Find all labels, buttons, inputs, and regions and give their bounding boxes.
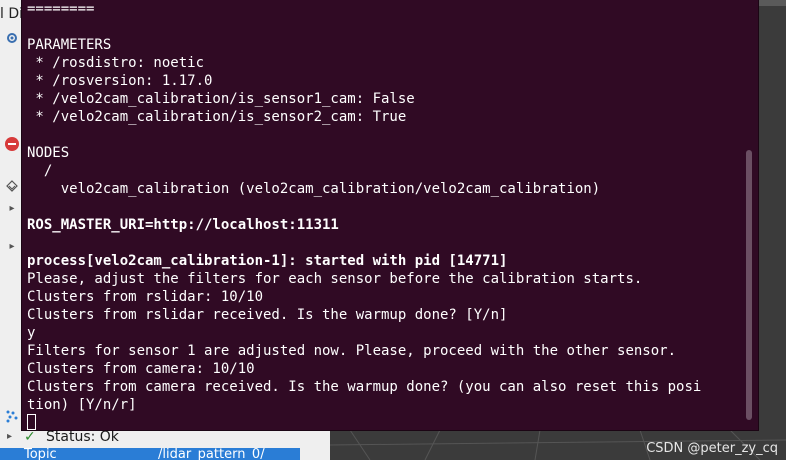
terminal-line: y	[27, 325, 36, 341]
terminal-scrollbar[interactable]	[746, 150, 752, 420]
terminal-cursor	[27, 414, 36, 430]
terminal-window[interactable]: ======== PARAMETERS * /rosdistro: noetic …	[22, 0, 758, 430]
terminal-line: Filters for sensor 1 are adjusted now. P…	[27, 343, 677, 359]
terminal-line: * /velo2cam_calibration/is_sensor2_cam: …	[27, 109, 407, 125]
terminal-line: * /rosdistro: noetic	[27, 55, 205, 71]
terminal-line: Please, adjust the filters for each sens…	[27, 271, 643, 287]
topic-label: Topic	[24, 448, 57, 460]
terminal-line: velo2cam_calibration (velo2cam_calibrati…	[27, 181, 601, 197]
terminal-line: Clusters from camera received. Is the wa…	[27, 379, 702, 395]
display-tree-icons: ▸ ▸	[0, 0, 24, 460]
terminal-line: /	[27, 163, 53, 179]
terminal-line: * /velo2cam_calibration/is_sensor1_cam: …	[27, 91, 415, 107]
terminal-line: Clusters from rslidar: 10/10	[27, 289, 264, 305]
terminal-line: PARAMETERS	[27, 37, 112, 53]
topic-value: /lidar_pattern_0/	[158, 448, 265, 460]
terminal-line: ========	[27, 1, 95, 17]
terminal-line: tion) [Y/n/r]	[27, 397, 137, 413]
terminal-output[interactable]: ======== PARAMETERS * /rosdistro: noetic …	[27, 0, 747, 430]
expand-arrow-icon[interactable]: ▸	[7, 431, 12, 442]
terminal-line: ROS_MASTER_URI=http://localhost:11311	[27, 217, 339, 233]
watermark: CSDN @peter_zy_cq	[646, 441, 778, 456]
expand-arrow-icon[interactable]: ▸	[4, 200, 20, 216]
gear-icon[interactable]	[4, 30, 20, 46]
terminal-line: NODES	[27, 145, 70, 161]
terminal-prompt-line[interactable]	[27, 414, 747, 432]
terminal-line: Clusters from rslidar received. Is the w…	[27, 307, 508, 323]
terminal-line: Clusters from camera: 10/10	[27, 361, 255, 377]
points-icon	[4, 408, 20, 424]
terminal-line: * /rosversion: 1.17.0	[27, 73, 213, 89]
expand-arrow-icon[interactable]: ▸	[4, 238, 20, 254]
error-icon	[4, 136, 20, 152]
terminal-line: process[velo2cam_calibration-1]: started…	[27, 253, 508, 269]
layers-icon	[4, 178, 20, 194]
topic-row[interactable]: Topic /lidar_pattern_0/	[0, 448, 300, 460]
